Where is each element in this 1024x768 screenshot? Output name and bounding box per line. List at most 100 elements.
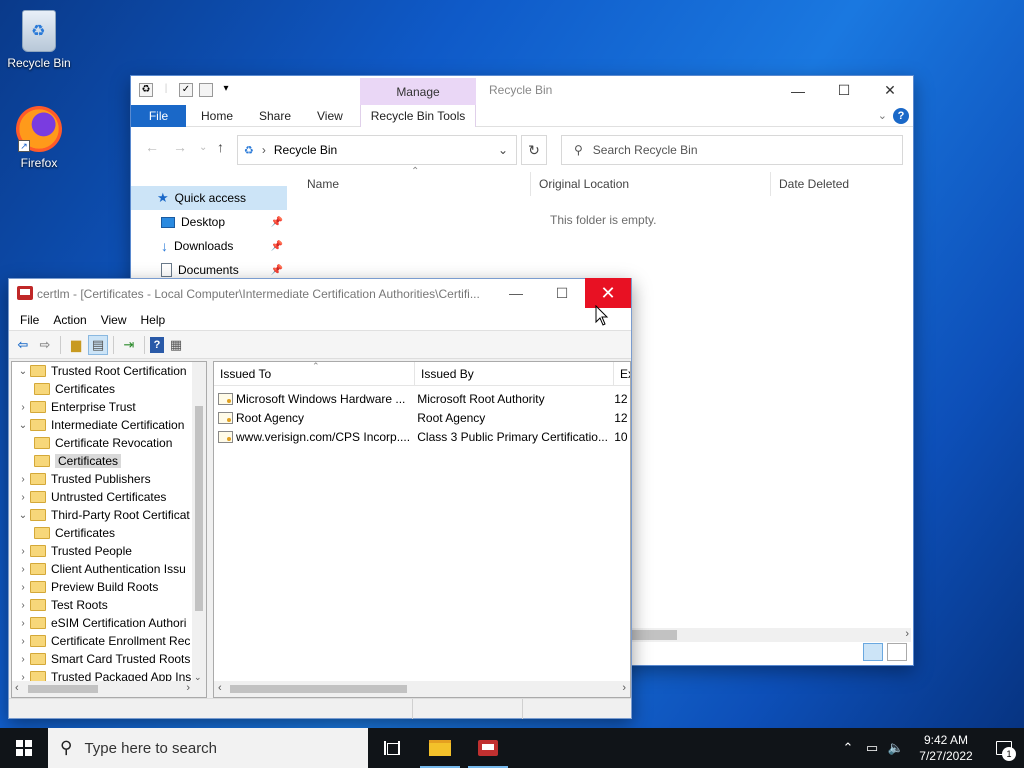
tree-item[interactable]: Certificates: [12, 380, 206, 398]
chevron-right-icon[interactable]: ›: [16, 402, 30, 413]
start-button[interactable]: [0, 728, 48, 768]
chevron-down-icon[interactable]: ⌄: [16, 510, 30, 521]
scroll-right-icon[interactable]: ›: [905, 628, 909, 640]
explorer-titlebar[interactable]: ♻ | ✓ ▾ Manage Recycle Bin — ☐ ✕: [131, 76, 913, 105]
chevron-right-icon[interactable]: ›: [16, 564, 30, 575]
desktop-icon-recycle-bin[interactable]: Recycle Bin: [1, 8, 77, 70]
help-icon[interactable]: ?: [150, 336, 164, 353]
tree-item[interactable]: › Preview Build Roots: [12, 578, 206, 596]
scroll-left-icon[interactable]: ‹: [15, 682, 19, 694]
up-arrow-icon[interactable]: ↑: [217, 139, 224, 155]
action-center-button[interactable]: 1: [984, 741, 1024, 761]
horizontal-scrollbar[interactable]: ‹ ›: [12, 681, 206, 697]
column-header-expiration[interactable]: Ex: [614, 362, 630, 385]
clock[interactable]: 9:42 AM 7/27/2022: [908, 732, 984, 764]
tree-item[interactable]: › Test Roots: [12, 596, 206, 614]
tree-item[interactable]: ⌄ Trusted Root Certification: [12, 362, 206, 380]
tab-share[interactable]: Share: [249, 105, 301, 127]
scroll-left-icon[interactable]: ‹: [218, 682, 222, 694]
scroll-right-icon[interactable]: ›: [622, 682, 626, 694]
search-input[interactable]: ⚲ Search Recycle Bin: [561, 135, 903, 165]
tab-file[interactable]: File: [131, 105, 186, 127]
properties-icon[interactable]: ✓: [179, 83, 193, 97]
menu-action[interactable]: Action: [46, 309, 93, 330]
nav-item-quick-access[interactable]: ★ Quick access: [131, 186, 287, 210]
tree-item[interactable]: Certificates: [12, 524, 206, 542]
back-arrow-icon[interactable]: ←: [145, 139, 159, 155]
chevron-down-icon[interactable]: ⌄: [16, 420, 30, 431]
menu-file[interactable]: File: [13, 309, 46, 330]
recycle-bin-small-icon[interactable]: ♻: [139, 83, 153, 97]
network-icon[interactable]: ▭: [860, 740, 884, 756]
task-view-button[interactable]: [368, 728, 416, 768]
nav-item-downloads[interactable]: ↓ Downloads 📌: [131, 234, 287, 258]
tab-view[interactable]: View: [307, 105, 353, 127]
tree-item[interactable]: › Untrusted Certificates: [12, 488, 206, 506]
chevron-right-icon[interactable]: ›: [16, 636, 30, 647]
menu-help[interactable]: Help: [134, 309, 173, 330]
large-icons-view-icon[interactable]: [887, 643, 907, 661]
certlm-titlebar[interactable]: certlm - [Certificates - Local Computer\…: [9, 278, 631, 309]
tree-item[interactable]: › eSIM Certification Authori: [12, 614, 206, 632]
address-bar[interactable]: ♻ › Recycle Bin ⌄: [237, 135, 517, 165]
tab-home[interactable]: Home: [191, 105, 243, 127]
tree-item[interactable]: › Client Authentication Issu: [12, 560, 206, 578]
chevron-right-icon[interactable]: ›: [16, 546, 30, 557]
minimize-button[interactable]: —: [775, 76, 821, 105]
tab-recycle-bin-tools[interactable]: Recycle Bin Tools: [360, 105, 476, 127]
chevron-right-icon[interactable]: ›: [16, 582, 30, 593]
tree-item[interactable]: Certificate Revocation: [12, 434, 206, 452]
horizontal-scrollbar[interactable]: ›: [631, 628, 911, 642]
horizontal-scrollbar[interactable]: ‹ ›: [214, 681, 630, 697]
vertical-scrollbar[interactable]: ⌄: [192, 362, 206, 683]
scrollbar-thumb[interactable]: [195, 406, 203, 611]
tree-item[interactable]: ⌄ Intermediate Certification: [12, 416, 206, 434]
scroll-right-icon[interactable]: ›: [186, 682, 190, 694]
taskbar-search-box[interactable]: ⚲ Type here to search: [48, 728, 368, 768]
volume-icon[interactable]: 🔈: [884, 740, 908, 756]
chevron-right-icon[interactable]: ›: [16, 600, 30, 611]
customize-dropdown-icon[interactable]: ▾: [219, 83, 233, 97]
certificate-row[interactable]: Root Agency Root Agency 12: [214, 408, 630, 427]
close-button[interactable]: ✕: [585, 278, 631, 308]
help-icon[interactable]: ?: [893, 108, 909, 124]
column-header-issued-by[interactable]: Issued By: [415, 362, 615, 385]
manage-context-tab[interactable]: Manage: [360, 78, 476, 105]
refresh-button[interactable]: ↻: [521, 135, 547, 165]
properties-pane-icon[interactable]: ▦: [166, 335, 186, 355]
close-button[interactable]: ✕: [867, 76, 913, 105]
scrollbar-thumb[interactable]: [28, 685, 98, 693]
chevron-right-icon[interactable]: ›: [16, 492, 30, 503]
forward-arrow-icon[interactable]: ⇨: [35, 335, 55, 355]
show-hide-tree-icon[interactable]: ▤: [88, 334, 108, 355]
chevron-right-icon[interactable]: ›: [16, 618, 30, 629]
scrollbar-thumb[interactable]: [230, 685, 407, 693]
column-header-date-deleted[interactable]: Date Deleted: [771, 172, 911, 196]
address-dropdown-icon[interactable]: ⌄: [498, 143, 508, 157]
tree-item[interactable]: › Certificate Enrollment Rec: [12, 632, 206, 650]
desktop-icon-firefox[interactable]: ↗ Firefox: [1, 106, 77, 170]
column-header-original-location[interactable]: Original Location: [531, 172, 771, 196]
back-arrow-icon[interactable]: ⇦: [13, 335, 33, 355]
forward-arrow-icon[interactable]: →: [173, 139, 187, 155]
maximize-button[interactable]: ☐: [821, 76, 867, 105]
chevron-right-icon[interactable]: ›: [16, 654, 30, 665]
certificate-row[interactable]: Microsoft Windows Hardware ... Microsoft …: [214, 389, 630, 408]
new-folder-icon[interactable]: [199, 83, 213, 97]
tree-item[interactable]: Certificates: [12, 452, 206, 470]
taskbar-certlm[interactable]: [464, 728, 512, 768]
recent-locations-icon[interactable]: ⌄: [199, 142, 207, 153]
expand-ribbon-icon[interactable]: ⌄: [878, 109, 887, 122]
tree-item[interactable]: ⌄ Third-Party Root Certificat: [12, 506, 206, 524]
column-header-name[interactable]: Name: [299, 172, 531, 196]
minimize-button[interactable]: —: [493, 278, 539, 308]
tree-item[interactable]: › Smart Card Trusted Roots: [12, 650, 206, 668]
certificate-row[interactable]: www.verisign.com/CPS Incorp.... Class 3 P…: [214, 427, 630, 446]
show-hidden-icons-icon[interactable]: ⌃: [836, 740, 860, 756]
export-list-icon[interactable]: ⇥: [119, 335, 139, 355]
chevron-right-icon[interactable]: ›: [16, 474, 30, 485]
taskbar-file-explorer[interactable]: [416, 728, 464, 768]
tree-item[interactable]: › Trusted Publishers: [12, 470, 206, 488]
chevron-down-icon[interactable]: ⌄: [16, 366, 30, 377]
nav-item-desktop[interactable]: Desktop 📌: [131, 210, 287, 234]
